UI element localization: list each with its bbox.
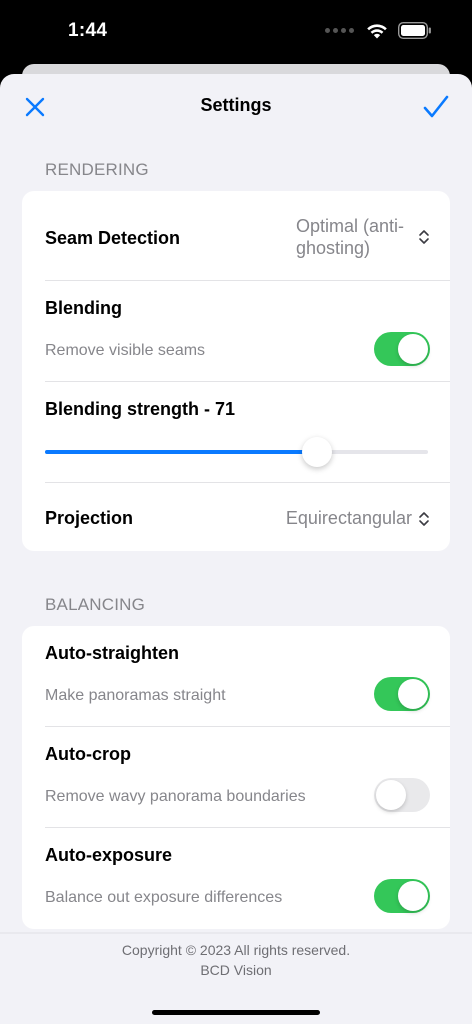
slider-thumb[interactable] bbox=[301, 437, 332, 467]
chevron-up-down-icon bbox=[419, 230, 429, 244]
toggle-knob bbox=[376, 780, 406, 810]
projection-picker[interactable]: Equirectangular bbox=[286, 508, 430, 529]
projection-row[interactable]: Projection Equirectangular bbox=[45, 483, 450, 551]
wifi-icon bbox=[367, 24, 387, 39]
auto-exposure-row: Auto-exposure Balance out exposure diffe… bbox=[45, 828, 450, 929]
auto-exposure-label: Auto-exposure bbox=[45, 845, 173, 865]
battery-icon bbox=[398, 22, 431, 39]
status-icons bbox=[325, 22, 432, 39]
seam-detection-row[interactable]: Seam Detection Optimal (anti-ghosting) bbox=[45, 191, 450, 281]
checkmark-icon[interactable] bbox=[422, 94, 450, 120]
blending-strength-label: Blending strength - 71 bbox=[45, 399, 236, 419]
toggle-knob bbox=[398, 881, 428, 911]
toggle-knob bbox=[398, 334, 428, 364]
blending-toggle[interactable] bbox=[374, 332, 430, 366]
projection-label: Projection bbox=[45, 508, 134, 528]
auto-crop-row: Auto-crop Remove wavy panorama boundarie… bbox=[45, 727, 450, 828]
rendering-card: Seam Detection Optimal (anti-ghosting) B… bbox=[22, 191, 450, 551]
auto-straighten-subtitle: Make panoramas straight bbox=[45, 687, 226, 704]
seam-detection-value: Optimal (anti-ghosting) bbox=[296, 216, 405, 258]
blending-row: Blending Remove visible seams bbox=[45, 281, 450, 382]
auto-straighten-toggle[interactable] bbox=[374, 677, 430, 711]
balancing-card: Auto-straighten Make panoramas straight … bbox=[22, 626, 450, 929]
blending-label: Blending bbox=[45, 298, 122, 318]
home-indicator[interactable] bbox=[152, 1010, 320, 1015]
seam-detection-label: Seam Detection bbox=[45, 228, 181, 248]
projection-value: Equirectangular bbox=[285, 508, 412, 528]
auto-crop-subtitle: Remove wavy panorama boundaries bbox=[45, 788, 306, 805]
settings-sheet: Settings RENDERING Seam Detection Optima… bbox=[0, 74, 472, 1024]
auto-crop-toggle[interactable] bbox=[374, 778, 430, 812]
company-name: BCD Vision bbox=[200, 962, 272, 978]
toggle-knob bbox=[398, 679, 428, 709]
blending-strength-row: Blending strength - 71 bbox=[45, 382, 450, 483]
blending-strength-slider[interactable] bbox=[45, 437, 428, 467]
cellular-signal-icon bbox=[325, 28, 354, 33]
blending-subtitle: Remove visible seams bbox=[45, 342, 206, 359]
section-header-balancing: BALANCING bbox=[45, 595, 146, 614]
chevron-up-down-icon bbox=[419, 511, 429, 526]
section-header-rendering: RENDERING bbox=[45, 160, 149, 179]
navigation-bar: Settings bbox=[0, 74, 472, 140]
auto-straighten-label: Auto-straighten bbox=[45, 643, 179, 663]
auto-exposure-subtitle: Balance out exposure differences bbox=[45, 889, 283, 906]
auto-exposure-toggle[interactable] bbox=[374, 879, 430, 913]
list-divider bbox=[0, 932, 472, 934]
copyright-text: Copyright © 2023 All rights reserved. bbox=[121, 942, 351, 958]
slider-fill bbox=[45, 450, 317, 454]
seam-detection-picker[interactable]: Optimal (anti-ghosting) bbox=[296, 215, 430, 259]
auto-crop-label: Auto-crop bbox=[45, 744, 131, 764]
copyright-footer: Copyright © 2023 All rights reserved. BC… bbox=[0, 940, 472, 980]
auto-straighten-row: Auto-straighten Make panoramas straight bbox=[45, 626, 450, 727]
status-bar: 1:44 bbox=[0, 0, 472, 64]
status-time: 1:44 bbox=[68, 20, 108, 41]
page-title: Settings bbox=[200, 95, 272, 115]
